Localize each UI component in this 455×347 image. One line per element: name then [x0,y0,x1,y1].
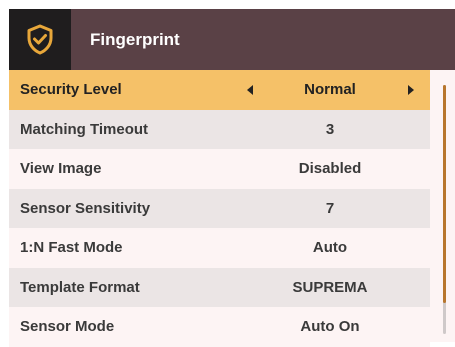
app-header: Fingerprint [9,9,455,70]
setting-row-matching-timeout[interactable]: Matching Timeout 3 [9,109,430,149]
setting-row-template-format[interactable]: Template Format SUPREMA [9,267,430,307]
setting-label: View Image [20,160,102,177]
setting-label: Matching Timeout [20,120,149,138]
setting-row-sensor-mode[interactable]: Sensor Mode Auto On [9,307,430,347]
setting-value: SUPREMA [292,278,368,296]
settings-list: Security Level Normal Matching Timeout 3… [9,70,430,347]
setting-label: Security Level [20,81,122,98]
setting-row-security-level[interactable]: Security Level Normal [9,70,430,110]
setting-value: Auto [312,239,348,256]
setting-value: Disabled [298,160,362,177]
page-title: Fingerprint [90,30,180,49]
fingerprint-shield-icon [27,24,53,55]
setting-row-view-image[interactable]: View Image Disabled [9,149,430,189]
setting-value: Auto On [300,318,360,335]
header-icon-box [9,9,71,70]
arrow-right-icon[interactable] [408,85,414,95]
setting-label: Template Format [20,278,140,296]
settings-panel: Security Level Normal Matching Timeout 3… [9,70,455,347]
setting-value: 7 [325,199,335,217]
setting-label: 1:N Fast Mode [20,239,123,256]
setting-value: Normal [304,81,356,98]
setting-row-fast-mode[interactable]: 1:N Fast Mode Auto [9,228,430,268]
setting-label: Sensor Mode [20,318,115,335]
setting-row-sensor-sensitivity[interactable]: Sensor Sensitivity 7 [9,188,430,228]
setting-label: Sensor Sensitivity [20,199,151,217]
scrollbar-thumb[interactable] [443,85,446,303]
setting-value: 3 [325,120,335,138]
